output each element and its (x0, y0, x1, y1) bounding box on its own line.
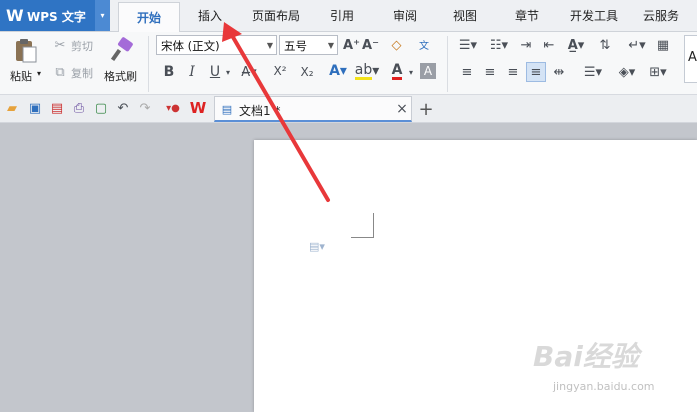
font-color-icon[interactable]: A (387, 62, 407, 80)
distribute-icon[interactable]: ⇹ (550, 63, 568, 81)
style-preview: A (688, 50, 697, 65)
tab-developer[interactable]: 开发工具 (566, 0, 622, 31)
close-icon[interactable]: × (395, 100, 409, 118)
decrease-indent-icon[interactable]: ⇤ (540, 36, 558, 54)
wps-home-icon[interactable]: W (189, 99, 207, 117)
margin-corner-mark (351, 213, 374, 238)
line-spacing-icon[interactable]: ☰▾ (580, 63, 606, 81)
paste-button[interactable]: 粘贴 (10, 68, 32, 84)
style-gallery[interactable]: A (684, 35, 697, 83)
watermark-url: jingyan.baidu.com (553, 380, 655, 393)
wps-logo-icon: W (6, 6, 24, 25)
shading-icon[interactable]: ◈▾ (614, 63, 640, 81)
export-pdf-icon[interactable]: ▤ (49, 100, 65, 116)
watermark-logo: Bai经验 (533, 340, 639, 373)
customize-toolbar-icon[interactable]: ▾● (165, 100, 181, 116)
app-menu-dropdown-icon[interactable]: ▾ (95, 0, 110, 31)
change-case-icon[interactable]: A̲▾ (563, 36, 589, 54)
print-icon[interactable]: ⎙ (71, 100, 87, 116)
format-painter-icon[interactable] (108, 36, 136, 64)
bold-icon[interactable]: B (161, 63, 177, 81)
font-color-dropdown-icon[interactable]: ▾ (407, 63, 415, 81)
align-center-icon[interactable]: ≡ (482, 63, 498, 81)
justify-icon[interactable]: ≡ (526, 62, 546, 82)
shrink-font-icon[interactable]: A⁻ (362, 36, 379, 54)
app-menu-button[interactable]: W WPS 文字 ▾ (0, 0, 110, 31)
paste-options-icon[interactable]: ▤▾ (304, 238, 330, 254)
app-title: WPS 文字 (27, 10, 86, 24)
show-marks-icon[interactable]: ↵▾ (624, 36, 650, 54)
align-right-icon[interactable]: ≡ (505, 63, 521, 81)
char-shading-icon[interactable]: A (420, 63, 436, 79)
sort-icon[interactable]: ⇅ (596, 36, 614, 54)
print-preview-icon[interactable]: ▢ (93, 100, 109, 116)
bullet-list-icon[interactable]: ☰▾ (455, 36, 481, 54)
table-grid-icon[interactable]: ▦ (654, 36, 672, 54)
new-tab-icon[interactable]: + (417, 99, 435, 120)
italic-icon[interactable]: I (184, 63, 200, 81)
format-painter-button[interactable]: 格式刷 (104, 68, 137, 84)
copy-icon[interactable]: ⧉ (52, 64, 68, 80)
open-folder-icon[interactable]: ▰ (4, 100, 20, 116)
tab-home[interactable]: 开始 (118, 2, 180, 34)
borders-icon[interactable]: ⊞▾ (645, 63, 671, 81)
increase-indent-icon[interactable]: ⇥ (517, 36, 535, 54)
tab-review[interactable]: 审阅 (383, 0, 427, 31)
clear-format-icon[interactable]: ◇ (388, 36, 405, 54)
undo-icon[interactable]: ↶ (115, 100, 131, 116)
tab-cloud-service[interactable]: 云服务 (636, 0, 686, 31)
grow-font-icon[interactable]: A⁺ (343, 36, 360, 54)
save-icon[interactable]: ▣ (27, 100, 43, 116)
paste-dropdown-icon[interactable]: ▾ (37, 69, 41, 78)
copy-button[interactable]: 复制 (71, 65, 93, 81)
annotation-arrow (222, 22, 330, 202)
tab-view[interactable]: 视图 (443, 0, 487, 31)
numbered-list-icon[interactable]: ☷▾ (486, 36, 512, 54)
highlight-icon[interactable]: ab ▾ (354, 62, 379, 80)
redo-icon[interactable]: ↷ (137, 100, 153, 116)
pinyin-guide-icon[interactable]: 文 (413, 34, 435, 54)
group-divider (148, 36, 149, 92)
cut-button[interactable]: 剪切 (71, 38, 93, 54)
tab-chapter[interactable]: 章节 (505, 0, 549, 31)
cut-icon[interactable]: ✂ (52, 37, 68, 53)
paste-icon[interactable] (12, 36, 40, 64)
group-divider (447, 36, 448, 92)
align-left-icon[interactable]: ≡ (459, 63, 475, 81)
